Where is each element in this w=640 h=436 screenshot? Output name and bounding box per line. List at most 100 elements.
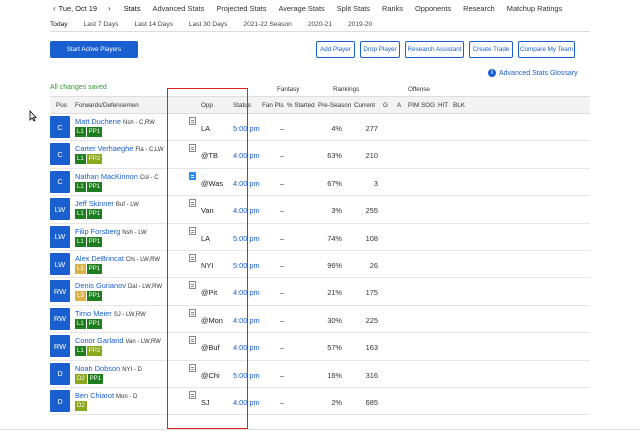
pp-badge: PP1 (86, 127, 103, 137)
game-status-link[interactable]: 5:00 pm (233, 371, 260, 380)
period-last-30[interactable]: Last 30 Days (189, 21, 227, 28)
game-status-link[interactable]: 4:00 pm (233, 206, 260, 215)
tab-opponents[interactable]: Opponents (415, 4, 451, 13)
position-button[interactable]: C (50, 143, 70, 166)
game-status-link[interactable]: 4:00 pm (233, 316, 260, 325)
position-button[interactable]: LW (50, 225, 70, 248)
col-preseason[interactable]: Pre-Season (318, 102, 351, 109)
tab-stats[interactable]: Stats (124, 4, 141, 13)
start-active-players-button[interactable]: Start Active Players (50, 41, 138, 58)
period-2019-20[interactable]: 2019-20 (348, 21, 372, 28)
col-status[interactable]: Status (233, 102, 251, 109)
position-button[interactable]: D (50, 390, 70, 412)
player-name[interactable]: Alex DeBrincat (75, 254, 124, 263)
player-note-icon[interactable] (189, 363, 196, 372)
glossary-link[interactable]: i Advanced Stats Glossary (488, 69, 578, 77)
research-assistant-button[interactable]: Research Assistant (405, 41, 464, 58)
position-button[interactable]: D (50, 362, 70, 385)
group-offense: Offense (408, 86, 430, 93)
player-name-link[interactable]: Filip Forsberg Nsh - LW (75, 227, 147, 236)
period-2020-21[interactable]: 2020-21 (308, 21, 332, 28)
tab-average-stats[interactable]: Average Stats (278, 4, 324, 13)
player-name-link[interactable]: Ben Chiarot Mon - D (75, 391, 137, 400)
player-name-link[interactable]: Noah Dobson NYI - D (75, 364, 142, 373)
player-name-link[interactable]: Denis Gurianov Dal - LW,RW (75, 281, 162, 290)
player-note-icon[interactable] (189, 117, 196, 125)
col-g[interactable]: G (383, 102, 388, 109)
col-pim[interactable]: PIM (408, 102, 419, 109)
position-button[interactable]: LW (50, 198, 70, 221)
position-button[interactable]: RW (50, 335, 70, 358)
player-name-link[interactable]: Alex DeBrincat Chi - LW,RW (75, 254, 160, 263)
player-note-icon[interactable] (189, 226, 196, 235)
prev-day-icon[interactable]: ‹ (50, 4, 59, 13)
position-button[interactable]: LW (50, 253, 70, 275)
game-status-link[interactable]: 5:00 pm (233, 261, 260, 270)
period-today[interactable]: Today (50, 21, 68, 28)
player-name[interactable]: Filip Forsberg (75, 227, 120, 236)
position-button[interactable]: C (50, 170, 70, 193)
player-name[interactable]: Denis Gurianov (75, 281, 126, 290)
player-note-icon[interactable] (189, 281, 196, 290)
pp-badge: PP2 (86, 154, 103, 165)
player-note-icon[interactable] (189, 254, 196, 262)
tab-advanced-stats[interactable]: Advanced Stats (153, 4, 205, 13)
player-name-link[interactable]: Nathan MacKinnon Col - C (75, 172, 159, 181)
col-blk[interactable]: BLK (453, 102, 465, 109)
player-name-link[interactable]: Jeff Skinner Buf - LW (75, 199, 139, 208)
pp-badge: PP1 (86, 318, 103, 329)
period-last-7[interactable]: Last 7 Days (84, 21, 119, 28)
position-button[interactable]: C (50, 116, 70, 138)
col-pct-started[interactable]: % Started (287, 102, 315, 109)
game-status-link[interactable]: 4:00 pm (233, 288, 260, 297)
game-status-link[interactable]: 4:00 pm (233, 398, 260, 407)
period-last-14[interactable]: Last 14 Days (134, 21, 172, 28)
player-note-icon[interactable] (189, 336, 196, 345)
game-status-link[interactable]: 5:00 pm (233, 124, 260, 133)
player-name[interactable]: Ben Chiarot (75, 391, 114, 400)
drop-player-button[interactable]: Drop Player (360, 41, 400, 58)
player-name[interactable]: Nathan MacKinnon (75, 172, 138, 181)
tab-projected-stats[interactable]: Projected Stats (216, 4, 266, 13)
tab-research[interactable]: Research (463, 4, 495, 13)
position-button[interactable]: RW (50, 307, 70, 330)
player-note-icon[interactable] (189, 199, 196, 208)
col-pos[interactable]: Pos (56, 102, 67, 109)
player-name-link[interactable]: Carter Verhaeghe Fla - C,LW (75, 144, 164, 153)
tab-ranks[interactable]: Ranks (382, 4, 403, 13)
player-name-link[interactable]: Matt Duchene Nsh - C,RW (75, 117, 155, 126)
col-opp[interactable]: Opp (201, 102, 213, 109)
add-player-button[interactable]: Add Player (316, 41, 355, 58)
game-status-link[interactable]: 5:00 pm (233, 234, 260, 243)
next-day-icon[interactable]: › (105, 4, 114, 13)
game-status-link[interactable]: 4:00 pm (233, 179, 260, 188)
tab-matchup-ratings[interactable]: Matchup Ratings (507, 4, 562, 13)
player-name[interactable]: Conor Garland (75, 336, 123, 345)
player-name-link[interactable]: Timo Meier SJ - LW,RW (75, 309, 146, 318)
col-player[interactable]: Forwards/Defensemen (75, 102, 139, 109)
col-fan-pts[interactable]: Fan Pts (262, 102, 284, 109)
divider (0, 429, 640, 430)
col-sog[interactable]: SOG (421, 102, 435, 109)
create-trade-button[interactable]: Create Trade (469, 41, 513, 58)
player-note-icon[interactable] (189, 391, 196, 399)
col-current[interactable]: Current (354, 102, 375, 109)
player-note-icon[interactable] (189, 171, 196, 180)
player-name[interactable]: Jeff Skinner (75, 199, 114, 208)
player-name[interactable]: Timo Meier (75, 309, 112, 318)
tab-split-stats[interactable]: Split Stats (337, 4, 370, 13)
period-2021-22[interactable]: 2021-22 Season (243, 21, 291, 28)
player-name-link[interactable]: Conor Garland Van - LW,RW (75, 336, 161, 345)
player-name[interactable]: Noah Dobson (75, 364, 120, 373)
compare-team-button[interactable]: Compare My Team (518, 41, 575, 58)
table-row: D Noah Dobson NYI - D D2 PP1 @Chi 5:00 pm –16% 3… (50, 361, 590, 388)
player-name[interactable]: Matt Duchene (75, 117, 121, 126)
player-note-icon[interactable] (189, 144, 196, 153)
col-hit[interactable]: HIT (438, 102, 448, 109)
player-name[interactable]: Carter Verhaeghe (75, 144, 133, 153)
position-button[interactable]: RW (50, 280, 70, 303)
game-status-link[interactable]: 4:00 pm (233, 343, 260, 352)
player-note-icon[interactable] (189, 308, 196, 317)
col-a[interactable]: A (397, 102, 401, 109)
game-status-link[interactable]: 4:00 pm (233, 151, 260, 160)
